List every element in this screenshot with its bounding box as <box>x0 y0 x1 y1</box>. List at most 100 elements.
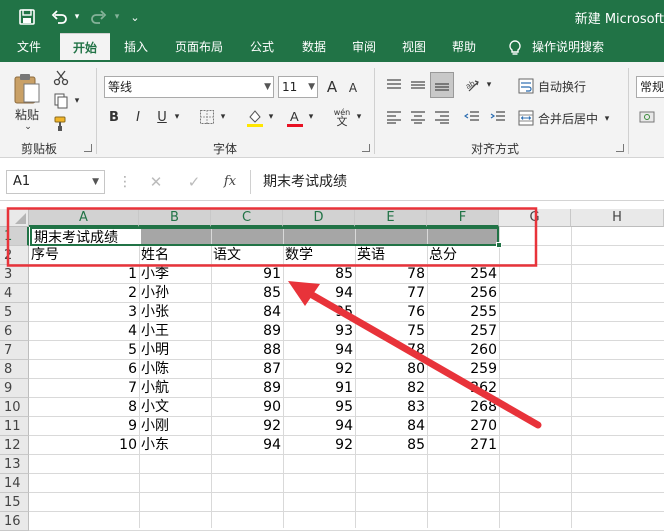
data-cell[interactable]: 254 <box>427 265 499 284</box>
font-shrink-button[interactable]: A <box>344 78 362 98</box>
row-header-9[interactable]: 9 <box>0 379 29 398</box>
select-all-corner[interactable] <box>0 209 29 227</box>
name-cell[interactable]: 小张 <box>139 303 211 322</box>
row-header-4[interactable]: 4 <box>0 284 29 303</box>
column-header-a[interactable]: A <box>29 209 139 227</box>
data-cell[interactable]: 1 <box>29 265 139 284</box>
name-cell[interactable]: 小陈 <box>139 360 211 379</box>
header-cell[interactable]: 数学 <box>283 246 355 265</box>
data-cell[interactable]: 94 <box>283 417 355 436</box>
name-cell[interactable]: 小李 <box>139 265 211 284</box>
column-header-b[interactable]: B <box>139 209 211 227</box>
row-header-8[interactable]: 8 <box>0 360 29 379</box>
name-cell[interactable]: 小明 <box>139 341 211 360</box>
data-cell[interactable]: 87 <box>211 360 283 379</box>
row-header-12[interactable]: 12 <box>0 436 29 455</box>
data-cell[interactable]: 94 <box>211 436 283 455</box>
data-cell[interactable]: 82 <box>355 379 427 398</box>
customize-toolbar-icon[interactable]: ⌄ <box>128 7 142 27</box>
fill-handle[interactable] <box>496 242 502 248</box>
column-header-e[interactable]: E <box>355 209 427 227</box>
data-cell[interactable]: 268 <box>427 398 499 417</box>
align-middle-icon[interactable] <box>406 74 430 96</box>
row-header-1[interactable]: 1 <box>0 227 29 246</box>
formula-input[interactable]: 期末考试成绩 <box>250 170 664 194</box>
column-header-g[interactable]: G <box>499 209 571 227</box>
number-format-select[interactable]: 常规 <box>636 76 664 98</box>
bold-button[interactable]: B <box>104 106 124 128</box>
name-cell[interactable]: 小王 <box>139 322 211 341</box>
data-cell[interactable]: 92 <box>211 417 283 436</box>
tab-review[interactable]: 审阅 <box>344 33 384 62</box>
borders-dropdown-icon[interactable]: ▾ <box>218 110 228 124</box>
align-center-icon[interactable] <box>406 106 430 128</box>
row-header-6[interactable]: 6 <box>0 322 29 341</box>
data-cell[interactable]: 94 <box>283 284 355 303</box>
tab-page-layout[interactable]: 页面布局 <box>166 33 232 62</box>
data-cell[interactable]: 270 <box>427 417 499 436</box>
tab-home[interactable]: 开始 <box>60 33 110 62</box>
name-cell[interactable]: 小文 <box>139 398 211 417</box>
data-cell[interactable]: 92 <box>283 436 355 455</box>
data-cell[interactable]: 84 <box>211 303 283 322</box>
font-launcher-icon[interactable] <box>362 144 370 152</box>
data-cell[interactable]: 2 <box>29 284 139 303</box>
data-cell[interactable]: 6 <box>29 360 139 379</box>
tab-data[interactable]: 数据 <box>294 33 334 62</box>
column-header-c[interactable]: C <box>211 209 283 227</box>
align-right-icon[interactable] <box>430 106 454 128</box>
data-cell[interactable]: 95 <box>283 398 355 417</box>
phonetic-dropdown-icon[interactable]: ▾ <box>354 110 364 124</box>
decrease-indent-icon[interactable] <box>460 106 484 128</box>
clipboard-launcher-icon[interactable] <box>84 144 92 152</box>
header-cell[interactable]: 总分 <box>427 246 499 265</box>
data-cell[interactable]: 3 <box>29 303 139 322</box>
wrap-text-button[interactable]: 自动换行 <box>538 76 602 96</box>
header-cell[interactable]: 英语 <box>355 246 427 265</box>
data-cell[interactable]: 92 <box>283 360 355 379</box>
data-cell[interactable]: 83 <box>355 398 427 417</box>
tab-formulas[interactable]: 公式 <box>242 33 282 62</box>
data-cell[interactable]: 271 <box>427 436 499 455</box>
align-bottom-icon[interactable] <box>430 72 454 98</box>
data-cell[interactable]: 75 <box>355 322 427 341</box>
data-cell[interactable]: 7 <box>29 379 139 398</box>
redo-icon[interactable] <box>88 7 110 27</box>
data-cell[interactable]: 85 <box>283 265 355 284</box>
merge-center-dropdown-icon[interactable]: ▾ <box>602 112 612 126</box>
tab-help[interactable]: 帮助 <box>444 33 484 62</box>
copy-icon[interactable] <box>50 91 72 111</box>
tab-file[interactable]: 文件 <box>6 33 52 62</box>
font-grow-button[interactable]: A <box>322 76 342 98</box>
undo-icon[interactable] <box>48 7 70 27</box>
data-cell[interactable]: 256 <box>427 284 499 303</box>
column-header-f[interactable]: F <box>427 209 499 227</box>
lightbulb-icon[interactable] <box>504 33 526 62</box>
borders-icon[interactable] <box>196 106 218 128</box>
name-cell[interactable]: 小航 <box>139 379 211 398</box>
column-header-h[interactable]: H <box>571 209 664 227</box>
data-cell[interactable]: 89 <box>211 379 283 398</box>
row-header-5[interactable]: 5 <box>0 303 29 322</box>
tab-insert[interactable]: 插入 <box>116 33 156 62</box>
merge-center-icon[interactable] <box>516 108 536 128</box>
tab-view[interactable]: 视图 <box>394 33 434 62</box>
data-cell[interactable]: 85 <box>355 436 427 455</box>
row-header-13[interactable]: 13 <box>0 455 29 474</box>
column-header-d[interactable]: D <box>283 209 355 227</box>
data-cell[interactable]: 85 <box>211 284 283 303</box>
increase-indent-icon[interactable] <box>486 106 510 128</box>
underline-button[interactable]: U <box>152 106 172 128</box>
data-cell[interactable]: 91 <box>283 379 355 398</box>
data-cell[interactable]: 262 <box>427 379 499 398</box>
name-cell[interactable]: 小孙 <box>139 284 211 303</box>
underline-dropdown-icon[interactable]: ▾ <box>172 110 182 124</box>
font-color-icon[interactable]: A <box>284 106 306 130</box>
data-cell[interactable]: 255 <box>427 303 499 322</box>
data-cell[interactable]: 257 <box>427 322 499 341</box>
row-header-11[interactable]: 11 <box>0 417 29 436</box>
row-header-10[interactable]: 10 <box>0 398 29 417</box>
data-cell[interactable]: 8 <box>29 398 139 417</box>
phonetic-guide-button[interactable]: wén 文 <box>330 104 354 130</box>
data-cell[interactable]: 95 <box>283 303 355 322</box>
